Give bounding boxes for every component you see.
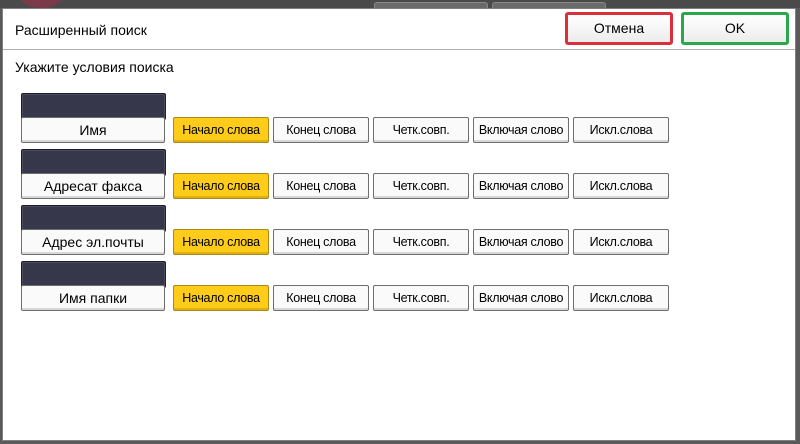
ok-button[interactable]: OK <box>681 12 789 45</box>
search-conditions-label: Укажите условия поиска <box>15 59 174 75</box>
option-starts-with[interactable]: Начало слова <box>173 229 269 255</box>
email-value-field[interactable] <box>21 205 166 232</box>
dialog-title: Расширенный поиск <box>15 22 147 38</box>
option-exact-match[interactable]: Четк.совп. <box>373 229 469 255</box>
option-starts-with[interactable]: Начало слова <box>173 117 269 143</box>
search-row-email: Адрес эл.почты Начало слова Конец слова … <box>3 205 795 261</box>
option-ends-with[interactable]: Конец слова <box>273 173 369 199</box>
name-value-field[interactable] <box>21 93 166 120</box>
name-field-button[interactable]: Имя <box>21 117 165 143</box>
search-row-folder-name: Имя папки Начало слова Конец слова Четк.… <box>3 261 795 317</box>
option-ends-with[interactable]: Конец слова <box>273 229 369 255</box>
option-includes-word[interactable]: Включая слово <box>473 173 569 199</box>
option-exact-match[interactable]: Четк.совп. <box>373 285 469 311</box>
email-field-button[interactable]: Адрес эл.почты <box>21 229 165 255</box>
dialog-header: Расширенный поиск Отмена OK <box>3 9 795 50</box>
option-exact-match[interactable]: Четк.совп. <box>373 173 469 199</box>
option-includes-word[interactable]: Включая слово <box>473 117 569 143</box>
fax-destination-value-field[interactable] <box>21 149 166 176</box>
option-excludes-word[interactable]: Искл.слова <box>573 117 669 143</box>
option-ends-with[interactable]: Конец слова <box>273 117 369 143</box>
option-exact-match[interactable]: Четк.совп. <box>373 117 469 143</box>
fax-destination-field-button[interactable]: Адресат факса <box>21 173 165 199</box>
cancel-button[interactable]: Отмена <box>565 12 673 45</box>
search-row-fax-destination: Адресат факса Начало слова Конец слова Ч… <box>3 149 795 205</box>
search-row-name: Имя Начало слова Конец слова Четк.совп. … <box>3 93 795 149</box>
option-includes-word[interactable]: Включая слово <box>473 285 569 311</box>
option-excludes-word[interactable]: Искл.слова <box>573 173 669 199</box>
option-excludes-word[interactable]: Искл.слова <box>573 229 669 255</box>
option-excludes-word[interactable]: Искл.слова <box>573 285 669 311</box>
advanced-search-dialog: Расширенный поиск Отмена OK Укажите усло… <box>2 8 796 441</box>
option-includes-word[interactable]: Включая слово <box>473 229 569 255</box>
folder-name-value-field[interactable] <box>21 261 166 288</box>
option-ends-with[interactable]: Конец слова <box>273 285 369 311</box>
folder-name-field-button[interactable]: Имя папки <box>21 285 165 311</box>
option-starts-with[interactable]: Начало слова <box>173 173 269 199</box>
option-starts-with[interactable]: Начало слова <box>173 285 269 311</box>
